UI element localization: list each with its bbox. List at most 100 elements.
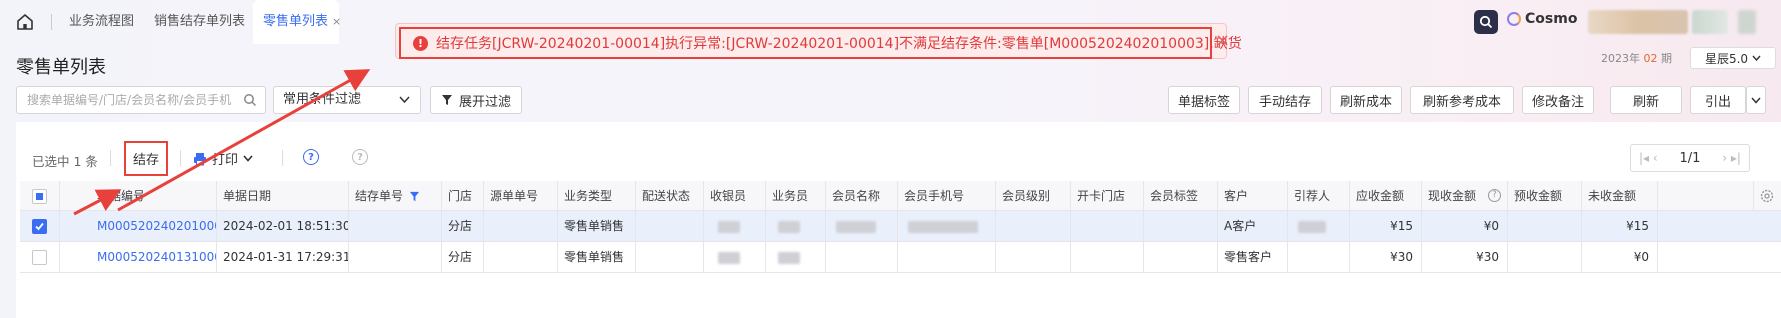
last-page-icon[interactable]: › ▸| [1722, 151, 1741, 165]
expand-filter-button[interactable]: 展开过滤 [430, 86, 522, 114]
check-icon [35, 222, 44, 231]
table-row[interactable]: M0005202402010003 2024-02-01 18:51:30 分店… [20, 211, 1781, 242]
col-header[interactable]: 门店 [442, 181, 484, 211]
row-select-cell[interactable] [20, 242, 60, 273]
col-header[interactable]: 未收金额 [1582, 181, 1658, 211]
global-search-button[interactable] [1474, 10, 1498, 34]
manual-jiecun-button[interactable]: 手动结存 [1248, 86, 1322, 114]
version-select[interactable]: 星辰5.0 [1690, 47, 1776, 69]
page-indicator: 1/1 [1679, 150, 1701, 166]
col-header[interactable]: 引荐人 [1288, 181, 1350, 211]
help-icon[interactable]: ? [1488, 189, 1501, 202]
brand-logo: Cosmo [1507, 11, 1577, 27]
error-icon: ! [413, 35, 428, 51]
cell-level [996, 211, 1071, 242]
select-all-checkbox[interactable] [32, 189, 47, 204]
cell-biz-type: 零售单销售 [558, 211, 636, 242]
col-header[interactable]: 预收金额 [1508, 181, 1582, 211]
order-code-link[interactable]: M0005202402010003 [60, 211, 217, 242]
tab-retail-list[interactable]: 零售单列表 × [253, 0, 341, 44]
help-icon[interactable]: ? [303, 149, 319, 165]
home-icon[interactable] [12, 9, 38, 35]
close-icon[interactable]: × [332, 0, 341, 44]
col-header[interactable]: 源单单号 [484, 181, 558, 211]
cell-phone [898, 211, 996, 242]
col-header[interactable]: 会员标签 [1144, 181, 1218, 211]
column-settings-cell[interactable] [1753, 181, 1781, 211]
col-header[interactable]: 应收金额 [1350, 181, 1422, 211]
button-label: 打印 [212, 153, 239, 168]
cell-member [826, 242, 898, 273]
col-header[interactable]: 单据编号 [60, 181, 217, 211]
blurred-text [908, 220, 978, 233]
table-row[interactable]: M0005202401310003 2024-01-31 17:29:31 分店… [20, 242, 1781, 273]
table-header: 单据编号 单据日期 结存单号 门店 源单单号 业务类型 配送状态 收银员 业务员… [20, 181, 1781, 211]
gear-icon[interactable] [1760, 189, 1774, 203]
chevron-down-icon [243, 155, 253, 162]
help-icon[interactable]: ? [352, 149, 368, 165]
col-header[interactable]: 会员手机号 [898, 181, 996, 211]
first-page-icon[interactable]: |◂ ‹ [1639, 151, 1658, 165]
search-icon[interactable] [243, 93, 257, 107]
col-header[interactable]: 业务类型 [558, 181, 636, 211]
cell-prepaid [1508, 242, 1582, 273]
cell-source [484, 242, 558, 273]
cell-unpaid: ¥15 [1582, 211, 1658, 242]
divider [110, 150, 111, 166]
row-checkbox[interactable] [32, 250, 47, 265]
divider [180, 150, 181, 166]
cell-phone [898, 242, 996, 273]
cell-prepaid [1508, 211, 1582, 242]
export-dropdown-button[interactable] [1746, 86, 1766, 114]
col-header[interactable]: 会员名称 [826, 181, 898, 211]
cell-delivery [636, 211, 704, 242]
cell-store: 分店 [442, 242, 484, 273]
pager: |◂ ‹ 1/1 › ▸| [1630, 144, 1750, 172]
menu-blurred[interactable] [1738, 10, 1756, 34]
tab-flowchart[interactable]: 业务流程图 [63, 0, 140, 44]
cell-paid: ¥0 [1422, 211, 1508, 242]
edit-remark-button[interactable]: 修改备注 [1522, 86, 1594, 114]
col-header[interactable]: 开卡门店 [1071, 181, 1144, 211]
export-button[interactable]: 引出 [1690, 86, 1746, 114]
select-all-cell[interactable] [20, 181, 60, 211]
cell-member [826, 211, 898, 242]
refresh-cost-button[interactable]: 刷新成本 [1330, 86, 1402, 114]
search-input[interactable]: 搜索单据编号/门店/会员名称/会员手机 [16, 86, 266, 114]
tab-sales-jiecun-list[interactable]: 销售结存单列表 [148, 0, 251, 44]
cell-biz-type: 零售单销售 [558, 242, 636, 273]
period-label: 期 [1661, 52, 1672, 65]
period-value: 02 [1643, 52, 1658, 65]
selected-count: 已选中 1 条 [32, 154, 98, 169]
col-header[interactable]: 会员级别 [996, 181, 1071, 211]
jiecun-button[interactable]: 结存 [124, 141, 168, 176]
blurred-text [1298, 220, 1326, 233]
col-header-more[interactable] [1658, 181, 1753, 211]
order-code-link[interactable]: M0005202401310003 [60, 242, 217, 273]
refresh-button[interactable]: 刷新 [1610, 86, 1682, 114]
cell-due: ¥30 [1350, 242, 1422, 273]
col-header[interactable]: 结存单号 [349, 181, 442, 211]
user-info-blurred [1588, 10, 1688, 34]
common-filter-select[interactable]: 常用条件过滤 [273, 86, 421, 114]
refresh-ref-cost-button[interactable]: 刷新参考成本 [1410, 86, 1514, 114]
row-checkbox[interactable] [32, 219, 47, 234]
print-button[interactable]: 打印 [193, 149, 253, 168]
chevron-down-icon [1751, 97, 1761, 104]
period-indicator: 2023年 02 期 [1601, 50, 1672, 66]
col-header[interactable]: 单据日期 [217, 181, 349, 211]
col-header[interactable]: 业务员 [766, 181, 826, 211]
year-label: 2023年 [1601, 52, 1640, 65]
cell-unpaid: ¥0 [1582, 242, 1658, 273]
col-header[interactable]: 客户 [1218, 181, 1288, 211]
filter-icon[interactable] [409, 191, 420, 202]
col-header[interactable]: 现收金额 ? [1422, 181, 1508, 211]
col-header[interactable]: 配送状态 [636, 181, 704, 211]
cell-referrer [1288, 211, 1350, 242]
user-avatar-blurred[interactable] [1692, 10, 1728, 34]
col-header[interactable]: 收银员 [704, 181, 766, 211]
version-label: 星辰5.0 [1704, 51, 1749, 66]
row-select-cell[interactable] [20, 211, 60, 242]
tag-button[interactable]: 单据标签 [1168, 86, 1240, 114]
close-icon[interactable]: × [1215, 30, 1230, 51]
